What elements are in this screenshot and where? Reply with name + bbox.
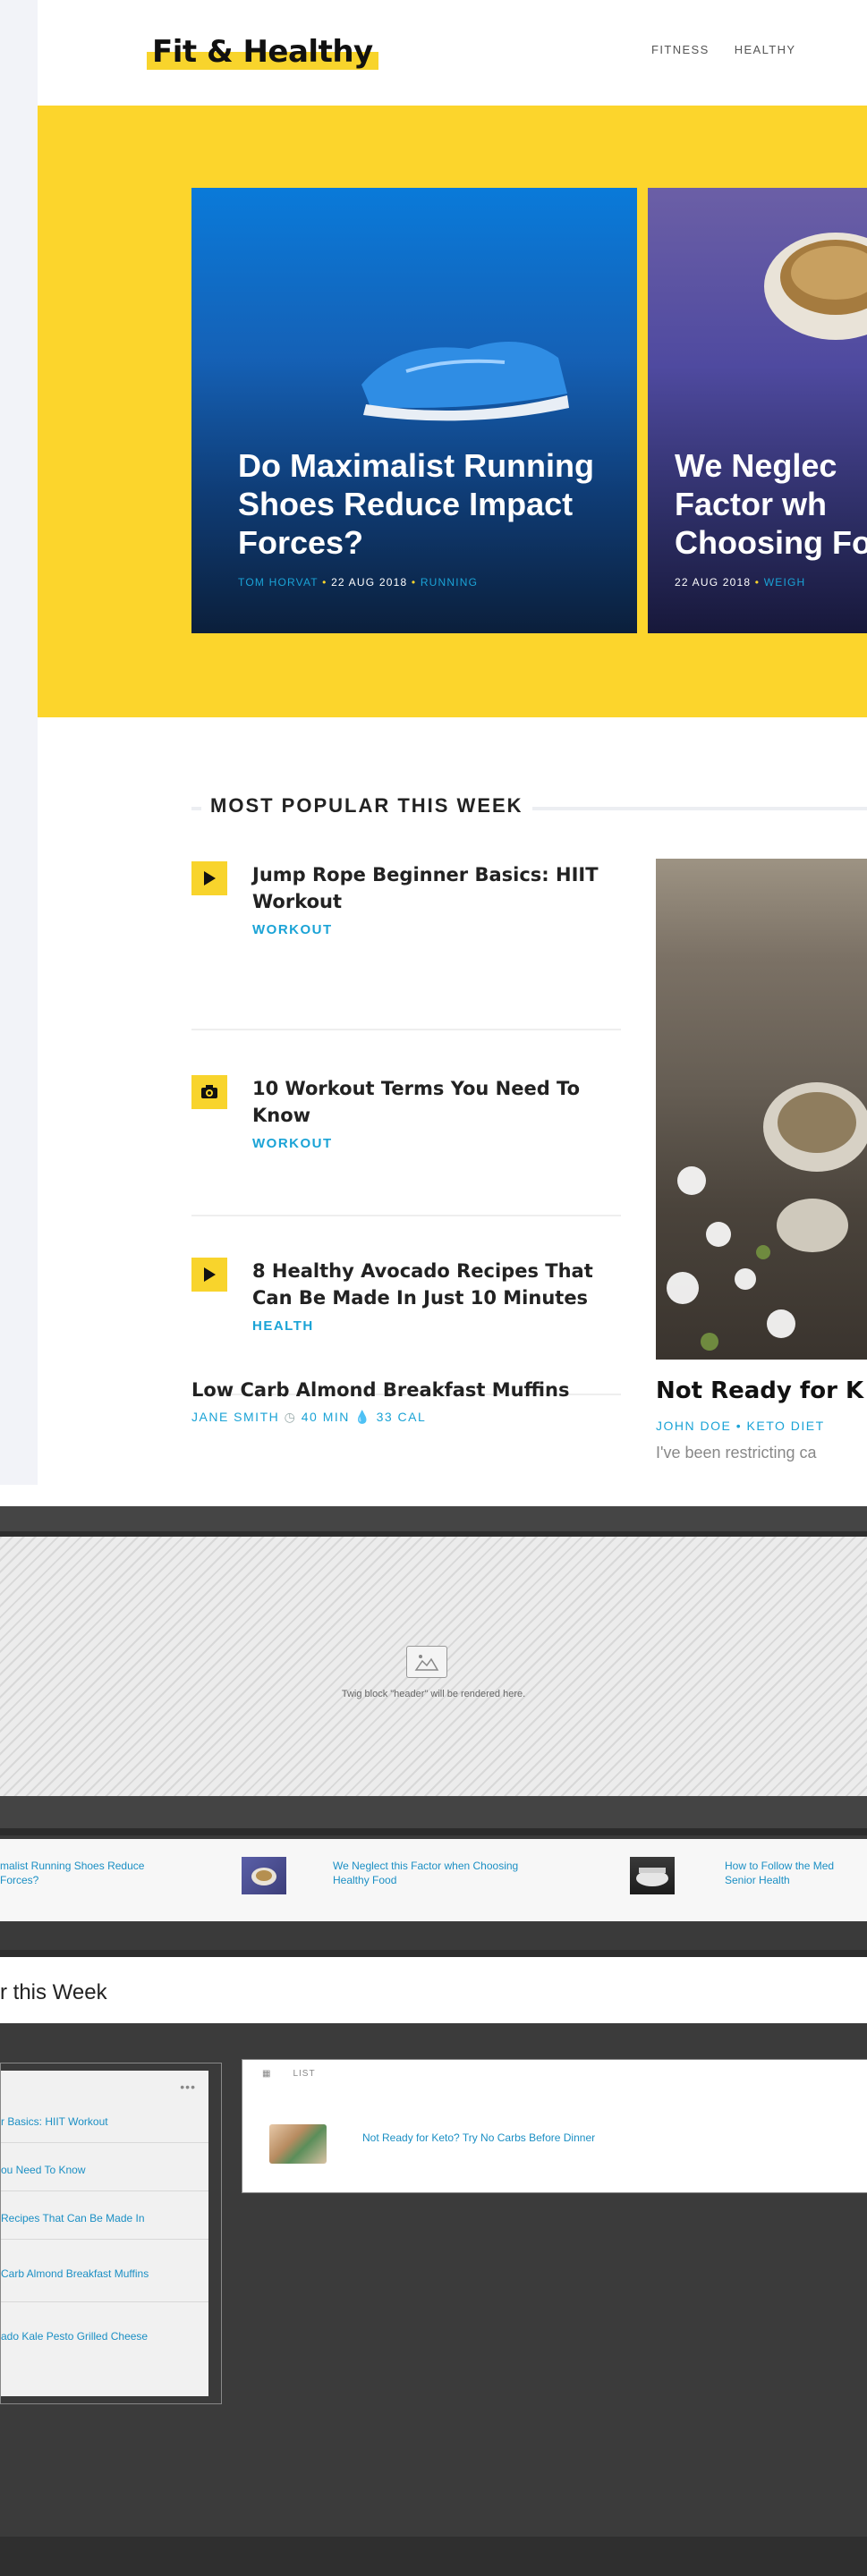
popular-item-tag: WORKOUT — [252, 922, 333, 937]
hero-card-title[interactable]: We Neglec Factor wh Choosing Food — [675, 446, 867, 562]
featured-excerpt: I've been restricting ca — [656, 1444, 817, 1462]
list-divider — [1, 2142, 208, 2143]
article-meta: JANE SMITH ◷ 40 MIN 💧 33 CAL — [191, 1410, 427, 1424]
flame-icon: 💧 — [354, 1410, 377, 1424]
editor-region-bar — [0, 1796, 867, 1828]
header-placeholder: Twig block "header" will be rendered her… — [0, 1537, 867, 1796]
screenshot-separator — [0, 1485, 867, 1506]
top-nav: FITNESS HEALTHY — [651, 43, 821, 56]
list-block-body: ••• r Basics: HIIT Workout ou Need To Kn… — [1, 2071, 208, 2396]
popular-heading: MOST POPULAR THIS WEEK — [201, 794, 532, 818]
article-title[interactable]: Low Carb Almond Breakfast Muffins — [191, 1379, 569, 1401]
popular-item-title[interactable]: 10 Workout Terms You Need To Know WORKOU… — [252, 1075, 610, 1157]
strip-thumb-food[interactable] — [630, 1857, 675, 1894]
featured-title[interactable]: Not Ready for K — [656, 1377, 863, 1404]
grid-icon[interactable]: ▦ — [262, 2069, 271, 2079]
nav-item-fitness[interactable]: FITNESS — [651, 43, 710, 56]
play-icon — [191, 1258, 227, 1292]
list-item[interactable]: 10 Workout Terms You Need To Know WORKOU… — [191, 1030, 621, 1216]
nav-item-healthy[interactable]: HEALTHY — [735, 43, 796, 56]
list-item[interactable]: ou Need To Know — [1, 2164, 86, 2176]
editor-toolbar — [0, 1506, 867, 1531]
popular-item-tag: HEALTH — [252, 1318, 314, 1334]
popular-item-tag: WORKOUT — [252, 1136, 333, 1151]
left-gutter — [0, 0, 38, 1485]
clock-icon: ◷ — [284, 1410, 302, 1424]
list-item[interactable]: Jump Rope Beginner Basics: HIIT Workout … — [191, 854, 621, 1030]
editor-region-bar — [0, 1923, 867, 1950]
list-item[interactable]: ado Kale Pesto Grilled Cheese — [1, 2330, 148, 2343]
strip-item-2[interactable]: We Neglect this Factor when Choosing Hea… — [333, 1859, 518, 1887]
featured-meta: JOHN DOE • KETO DIET — [656, 1419, 825, 1433]
editor-divider — [0, 1950, 867, 1957]
article-thumb[interactable] — [269, 2124, 327, 2164]
list-divider — [1, 2190, 208, 2191]
popular-list-block[interactable]: ••• r Basics: HIIT Workout ou Need To Kn… — [0, 2063, 222, 2404]
camera-icon — [191, 1075, 227, 1109]
lowcarb-article[interactable]: Low Carb Almond Breakfast Muffins JANE S… — [191, 1379, 569, 1425]
tab-list[interactable]: LIST — [293, 2069, 315, 2079]
popular-list: Jump Rope Beginner Basics: HIIT Workout … — [191, 854, 621, 1395]
hero-card-meta: TOM HORVAT • 22 AUG 2018 • RUNNING — [238, 576, 479, 589]
list-item[interactable]: 8 Healthy Avocado Recipes That Can Be Ma… — [191, 1216, 621, 1395]
list-item[interactable]: Recipes That Can Be Made In — [1, 2212, 145, 2224]
hero-card-1[interactable]: Do Maximalist Running Shoes Reduce Impac… — [191, 188, 637, 633]
section-title: r this Week — [0, 1980, 107, 2004]
hero-card-title[interactable]: Do Maximalist Running Shoes Reduce Impac… — [238, 446, 614, 562]
placeholder-text: Twig block "header" will be rendered her… — [341, 1689, 526, 1699]
strip-item-1[interactable]: malist Running Shoes Reduce Forces? — [0, 1859, 144, 1887]
shoe-image — [361, 342, 569, 421]
featured-list-block[interactable]: ▦ LIST Not Ready for Keto? Try No Carbs B… — [242, 2059, 867, 2193]
article-strip: malist Running Shoes Reduce Forces? We N… — [0, 1839, 867, 1921]
list-divider — [1, 2239, 208, 2240]
editor-divider — [0, 1828, 867, 1835]
site-preview: Fit & Healthy FITNESS HEALTHY Do Maximali… — [0, 0, 867, 1485]
list-divider — [1, 2301, 208, 2302]
play-icon — [191, 861, 227, 895]
more-options-icon[interactable]: ••• — [180, 2080, 196, 2094]
article-link[interactable]: Not Ready for Keto? Try No Carbs Before … — [362, 2131, 595, 2144]
site-logo[interactable]: Fit & Healthy — [147, 34, 378, 70]
list-item[interactable]: Carb Almond Breakfast Muffins — [1, 2267, 149, 2280]
featured-image[interactable] — [656, 859, 867, 1360]
bowl-image — [764, 233, 867, 340]
placeholder-icon — [406, 1646, 447, 1678]
block-tabs: ▦ LIST — [262, 2069, 316, 2079]
strip-item-3[interactable]: How to Follow the Med Senior Health — [725, 1859, 834, 1887]
editor-preview: Twig block "header" will be rendered her… — [0, 1506, 867, 2576]
editor-section-header: r this Week — [0, 1957, 867, 2023]
popular-item-title[interactable]: 8 Healthy Avocado Recipes That Can Be Ma… — [252, 1258, 610, 1340]
popular-item-title[interactable]: Jump Rope Beginner Basics: HIIT Workout … — [252, 861, 610, 944]
editor-footer — [0, 2537, 867, 2576]
list-item[interactable]: r Basics: HIIT Workout — [1, 2115, 108, 2128]
hero-card-meta: 22 AUG 2018 • WEIGH — [675, 576, 806, 589]
strip-thumb-bowl[interactable] — [242, 1857, 286, 1894]
hero-card-2[interactable]: We Neglec Factor wh Choosing Food 22 AUG… — [648, 188, 867, 633]
